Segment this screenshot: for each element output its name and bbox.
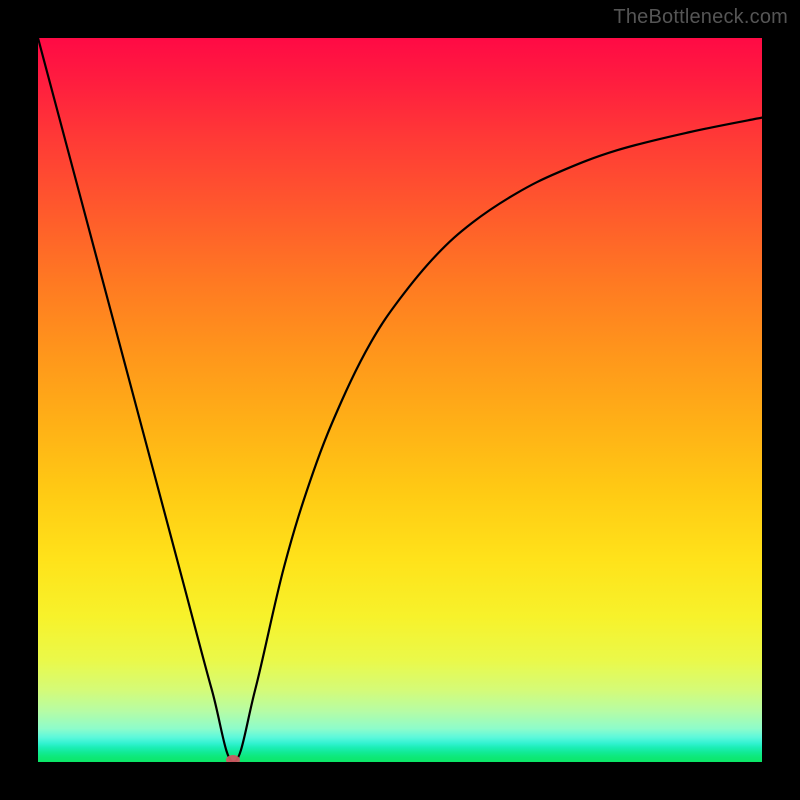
chart-frame: TheBottleneck.com [0, 0, 800, 800]
vertex-marker [226, 755, 240, 762]
plot-area [38, 38, 762, 762]
watermark-label: TheBottleneck.com [613, 6, 788, 29]
bottleneck-curve [38, 38, 762, 762]
